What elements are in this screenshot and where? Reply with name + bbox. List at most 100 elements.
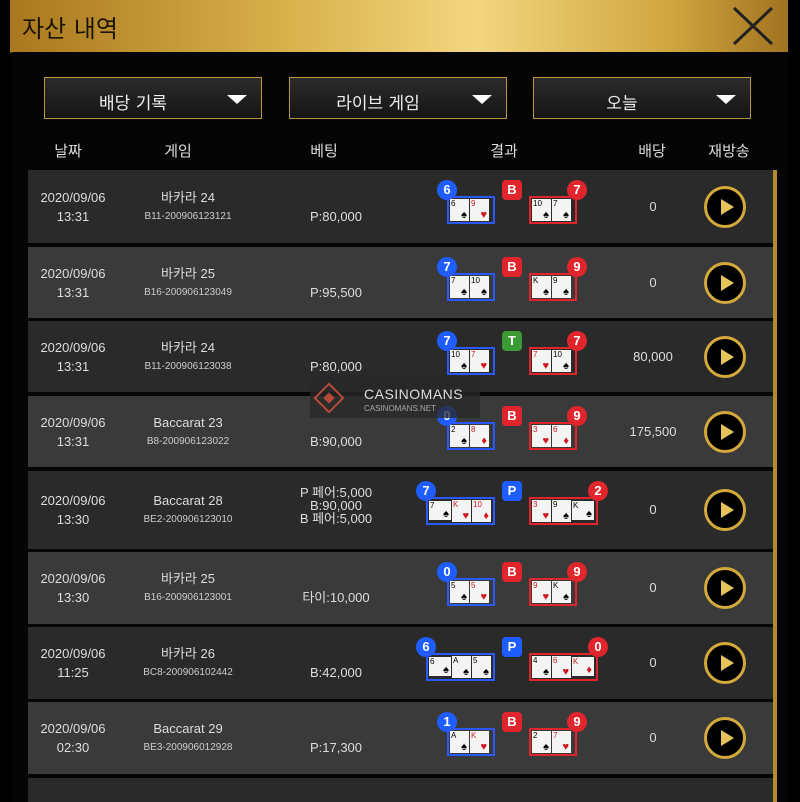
replay-button[interactable] [704,642,746,684]
replay-button[interactable] [704,261,746,304]
banker-hand: K ♠ 9 ♠ [529,273,577,301]
card-rank: 10 [533,199,542,208]
card-rank: 4 [533,656,538,665]
card-suit-icon: ♥ [462,510,469,522]
game-cell: 바카라 25 B16-200906123049 [128,264,248,302]
card-suit-icon: ♥ [542,360,549,372]
card-suit-icon: ♠ [461,209,467,221]
table-row[interactable]: 2020/09/06 13:30 바카라 25 B16-200906123001 타이:… [28,552,773,624]
game-name: 바카라 25 [161,265,215,281]
round-id: B11-200906123038 [144,360,232,372]
winner-tag: B [502,180,522,200]
card-rank: 10 [473,500,482,509]
payout-cell: 0 [649,730,657,745]
payout-cell: 0 [649,580,657,595]
playing-card: 4 ♠ [532,656,551,678]
bet-line: B 페어:5,000 [299,511,373,526]
card-rank: 5 [471,581,476,590]
replay-button[interactable] [704,185,746,228]
banker-hand: 10 ♠ 7 ♠ [529,196,577,224]
table-row[interactable]: 2020/09/06 13:30 Baccarat 28 BE2-2009061230… [28,471,773,549]
playing-card: 10 ♠ [470,276,489,298]
watermark-site: CASINOMANS.NET [364,404,437,413]
record-type-dropdown[interactable]: 배당 기록 [44,77,262,119]
close-button[interactable] [730,6,776,46]
card-rank: K [471,731,477,740]
date-text: 2020/09/06 [40,265,106,281]
card-rank: 9 [553,500,558,509]
time-text: 13:31 [56,433,90,449]
table-row[interactable]: 2020/09/06 13:31 바카라 25 B16-200906123049 P:9… [28,247,773,318]
playing-card: 10 ♠ [532,199,551,221]
date-text: 2020/09/06 [40,721,106,736]
playing-card: 7 ♥ [532,350,551,372]
player-hand: 6 ♠ A ♠ 5 ♠ [426,653,495,681]
winner-tag: T [502,331,522,351]
table-row[interactable]: 2020/09/06 11:25 바카라 26 BC8-200906102442 B:4… [28,627,773,699]
bet-cell: P:80,000 [276,357,396,376]
playing-card: K ♠ [532,276,551,298]
card-suit-icon: ♠ [563,591,569,603]
game-name: Baccarat 28 [153,493,223,508]
card-rank: A [453,656,459,665]
playing-card: 6 ♠ [429,657,451,676]
date-cell: 2020/09/06 13:31 [28,188,118,226]
playing-card: 10 ♠ [450,350,469,372]
date-cell: 2020/09/06 13:30 [28,569,118,607]
playing-card: K ♠ [552,581,571,603]
replay-button[interactable] [704,567,746,609]
chevron-down-icon [227,95,247,104]
bet-cell: P 페어:5,000 B:90,000 B 페어:5,000 [276,486,396,525]
payout-cell: 80,000 [633,348,673,364]
playing-card: 9 ♥ [532,581,551,603]
card-suit-icon: ♥ [562,666,569,678]
time-text: 13:31 [56,284,90,300]
playing-card: K ♥ [470,731,489,753]
card-suit-icon: ♠ [461,360,467,372]
payout-cell: 0 [649,655,657,670]
card-suit-icon: ♠ [563,209,569,221]
card-rank: 10 [471,276,480,285]
payout-cell: 0 [649,502,657,517]
card-suit-icon: ♥ [542,510,549,522]
game-type-dropdown[interactable]: 라이브 게임 [289,77,507,119]
game-name: Baccarat 23 [153,414,223,430]
card-suit-icon: ♠ [543,666,549,678]
date-text: 2020/09/06 [40,493,106,508]
bet-cell: B:90,000 [276,432,396,451]
game-name: 바카라 25 [161,571,215,586]
round-id: BC8-200906102442 [143,667,233,678]
card-rank: 6 [553,425,558,434]
replay-button[interactable] [704,335,746,378]
scrollbar[interactable] [773,170,777,802]
winner-tag: B [502,562,522,582]
date-text: 2020/09/06 [40,339,106,355]
replay-button[interactable] [704,410,746,453]
banker-hand: 3 ♥ 6 ♦ [529,422,577,450]
card-suit-icon: ♦ [483,510,489,522]
title-bar: 자산 내역 [10,0,788,52]
card-rank: 7 [451,276,456,285]
playing-card: 8 ♦ [470,425,489,447]
card-suit-icon: ♥ [480,741,487,753]
date-text: 2020/09/06 [40,189,106,205]
playing-card: 5 ♠ [450,581,469,603]
bet-cell: P:17,300 [276,738,396,757]
player-hand: 10 ♠ 7 ♥ [447,347,495,375]
bet-line: 타이:10,000 [302,590,370,605]
replay-button[interactable] [704,489,746,531]
date-range-dropdown[interactable]: 오늘 [533,77,751,119]
round-id: BE3-200906012928 [143,742,233,753]
card-rank: 9 [471,199,476,208]
player-hand: A ♠ K ♥ [447,728,495,756]
table-row[interactable]: 2020/09/06 13:31 바카라 24 B11-200906123121 P:8… [28,170,773,243]
card-rank: 5 [451,581,456,590]
table-row[interactable]: 2020/09/06 02:30 Baccarat 29 BE3-2009060129… [28,702,773,774]
card-rank: 3 [533,500,538,509]
bet-line: P:17,300 [309,740,363,755]
card-rank: 7 [553,199,558,208]
card-suit-icon: ♠ [461,435,467,447]
replay-button[interactable] [704,717,746,759]
date-cell: 2020/09/06 13:31 [28,413,118,451]
table-row[interactable] [28,778,773,802]
